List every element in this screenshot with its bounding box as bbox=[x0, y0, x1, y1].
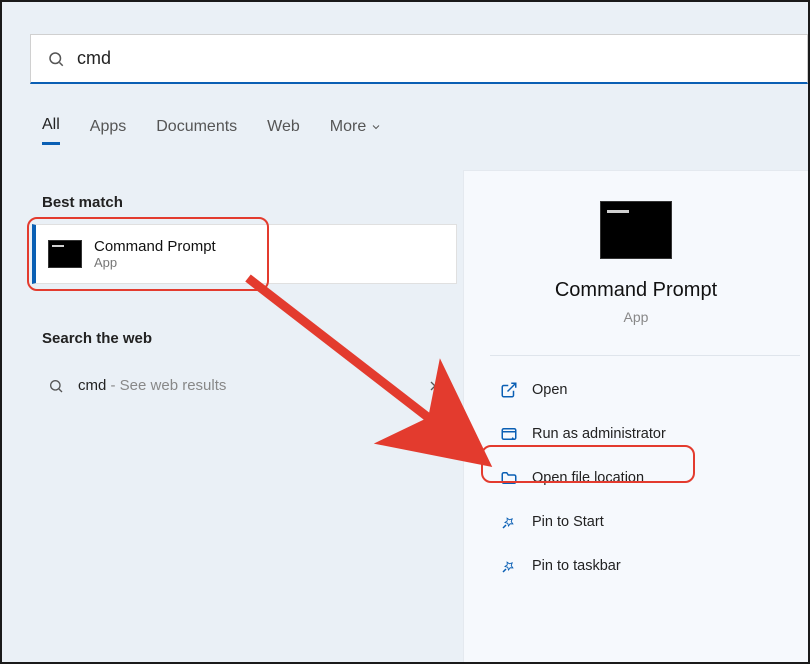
divider bbox=[490, 355, 800, 356]
search-icon bbox=[48, 378, 64, 394]
cmd-prompt-icon bbox=[600, 201, 672, 259]
best-match-text: Command Prompt App bbox=[94, 238, 216, 270]
search-input[interactable] bbox=[77, 48, 791, 69]
folder-icon bbox=[500, 469, 518, 487]
tab-documents[interactable]: Documents bbox=[156, 118, 237, 144]
tab-web[interactable]: Web bbox=[267, 118, 300, 144]
tab-more-label: More bbox=[330, 118, 366, 136]
best-match-title: Command Prompt bbox=[94, 238, 216, 255]
action-pin-start[interactable]: Pin to Start bbox=[496, 507, 800, 537]
tab-all[interactable]: All bbox=[42, 116, 60, 145]
chevron-right-icon bbox=[425, 378, 441, 394]
best-match-subtitle: App bbox=[94, 255, 216, 270]
tab-more[interactable]: More bbox=[330, 118, 382, 144]
pin-icon bbox=[500, 557, 518, 575]
filter-tabs: All Apps Documents Web More bbox=[42, 116, 382, 145]
action-pin-start-label: Pin to Start bbox=[532, 514, 604, 530]
action-list: Open Run as administrator Open file loca… bbox=[496, 375, 800, 581]
best-match-heading: Best match bbox=[42, 194, 123, 211]
admin-window-icon bbox=[500, 425, 518, 443]
web-result[interactable]: cmd - See web results bbox=[32, 362, 457, 410]
cmd-prompt-icon bbox=[48, 240, 82, 268]
preview-title: Command Prompt bbox=[464, 279, 808, 302]
preview-subtitle: App bbox=[464, 309, 808, 325]
action-open-label: Open bbox=[532, 382, 567, 398]
best-match-result[interactable]: Command Prompt App bbox=[32, 224, 457, 284]
search-bar[interactable] bbox=[30, 34, 808, 84]
action-pin-taskbar[interactable]: Pin to taskbar bbox=[496, 551, 800, 581]
preview-panel: Command Prompt App Open Run as administr… bbox=[463, 170, 808, 662]
web-query: cmd bbox=[78, 377, 106, 394]
tab-apps[interactable]: Apps bbox=[90, 118, 126, 144]
action-open[interactable]: Open bbox=[496, 375, 800, 405]
chevron-down-icon bbox=[370, 121, 382, 133]
search-web-heading: Search the web bbox=[42, 330, 152, 347]
web-suffix: - See web results bbox=[106, 377, 226, 394]
action-run-admin-label: Run as administrator bbox=[532, 426, 666, 442]
action-run-admin[interactable]: Run as administrator bbox=[496, 419, 800, 449]
open-icon bbox=[500, 381, 518, 399]
action-open-location-label: Open file location bbox=[532, 470, 644, 486]
action-open-location[interactable]: Open file location bbox=[496, 463, 800, 493]
action-pin-taskbar-label: Pin to taskbar bbox=[532, 558, 621, 574]
search-icon bbox=[47, 50, 65, 68]
pin-icon bbox=[500, 513, 518, 531]
